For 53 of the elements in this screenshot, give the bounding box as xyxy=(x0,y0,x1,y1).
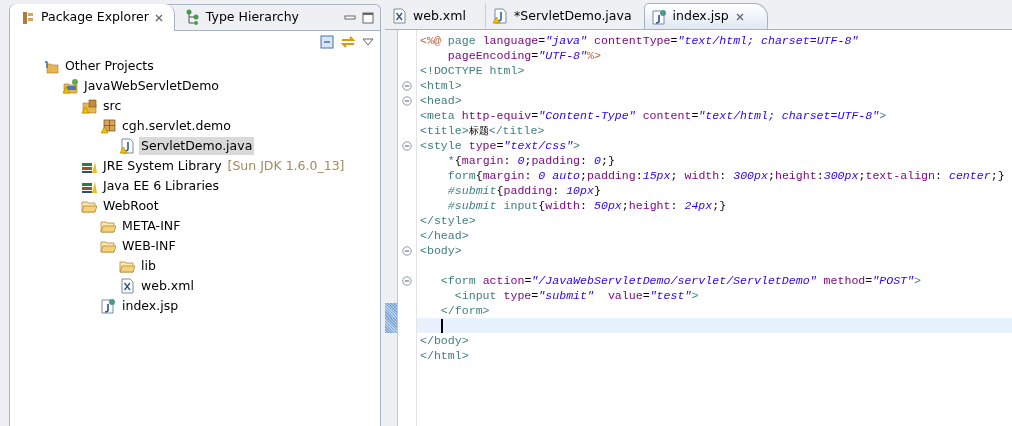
code-line: </html> xyxy=(419,348,470,363)
code-line: </head> xyxy=(419,228,470,243)
code-line: <%@ page language="java" contentType="text/html; charset=UTF-8" xyxy=(419,33,860,48)
tree-item[interactable]: web.xml xyxy=(139,276,196,296)
tree-item[interactable]: Other Projects xyxy=(63,56,156,76)
minimize-icon[interactable] xyxy=(344,13,356,23)
code-line: <html> xyxy=(419,78,463,93)
fold-icon[interactable] xyxy=(402,275,412,286)
code-line: <!DOCTYPE html> xyxy=(419,63,526,78)
tree-item[interactable]: src xyxy=(101,96,124,116)
code-line: <style type="text/css"> xyxy=(419,138,582,153)
code-line: form{margin: 0 auto;padding:15px; width: 300px;height:300px;text-align: center;} xyxy=(446,168,1006,183)
fold-icon[interactable] xyxy=(402,95,412,106)
code-line: #submit input{width: 50px;height: 24px;} xyxy=(446,198,728,213)
code-line: <title>标题</title> xyxy=(419,123,546,138)
package-explorer-icon xyxy=(20,9,36,26)
code-line: pageEncoding="UTF-8"%> xyxy=(446,48,602,63)
fold-icon[interactable] xyxy=(402,80,412,91)
tree-item[interactable]: ServletDemo.java xyxy=(139,136,255,156)
maximize-icon[interactable] xyxy=(362,12,374,24)
tree-item[interactable]: index.jsp xyxy=(120,296,181,316)
fold-icon[interactable] xyxy=(402,245,412,256)
tree-item[interactable]: META-INF xyxy=(120,216,183,236)
editor-tab[interactable]: index.jsp xyxy=(643,3,768,29)
fold-icon[interactable] xyxy=(402,140,412,151)
view-menu-icon[interactable] xyxy=(362,37,374,47)
editor-tab[interactable]: web.xml xyxy=(385,3,485,29)
code-line: #submit{padding: 10px} xyxy=(446,183,602,198)
code-line: <body> xyxy=(419,243,463,258)
code-line: <meta http-equiv="Content-Type" content="text/html; charset=UTF-8"> xyxy=(419,108,888,123)
link-with-editor-icon[interactable] xyxy=(340,35,356,49)
hierarchy-icon xyxy=(184,9,201,25)
code-line: <head> xyxy=(419,93,463,108)
code-line: <input type="submit" value="test"> xyxy=(453,288,700,303)
tree-item[interactable]: lib xyxy=(139,256,158,276)
tree-item[interactable]: JRE System Library xyxy=(101,156,224,176)
code-line: </style> xyxy=(419,213,477,228)
editor-tab[interactable]: *ServletDemo.java xyxy=(485,3,644,29)
close-icon[interactable] xyxy=(734,11,745,22)
tree-item[interactable]: WebRoot xyxy=(101,196,161,216)
code-line: *{margin: 0;padding: 0;} xyxy=(446,153,616,168)
tree-item[interactable]: cgh.servlet.demo xyxy=(120,116,233,136)
view-tab[interactable]: Type Hierarchy xyxy=(174,4,309,30)
tree-item[interactable]: Java EE 6 Libraries xyxy=(101,176,222,196)
close-icon[interactable] xyxy=(153,12,164,23)
code-line: </form> xyxy=(439,303,491,318)
code-line: <form action="/JavaWebServletDemo/servlet/ServletDemo" method="POST"> xyxy=(439,273,922,288)
tree-item-decoration: [Sun JDK 1.6.0_13] xyxy=(227,156,345,175)
tree-item[interactable]: WEB-INF xyxy=(120,236,178,256)
view-tab[interactable]: Package Explorer xyxy=(10,4,175,31)
code-line: </body> xyxy=(419,333,470,348)
collapse-all-icon[interactable] xyxy=(320,35,334,49)
tree-item[interactable]: JavaWebServletDemo xyxy=(82,76,222,96)
